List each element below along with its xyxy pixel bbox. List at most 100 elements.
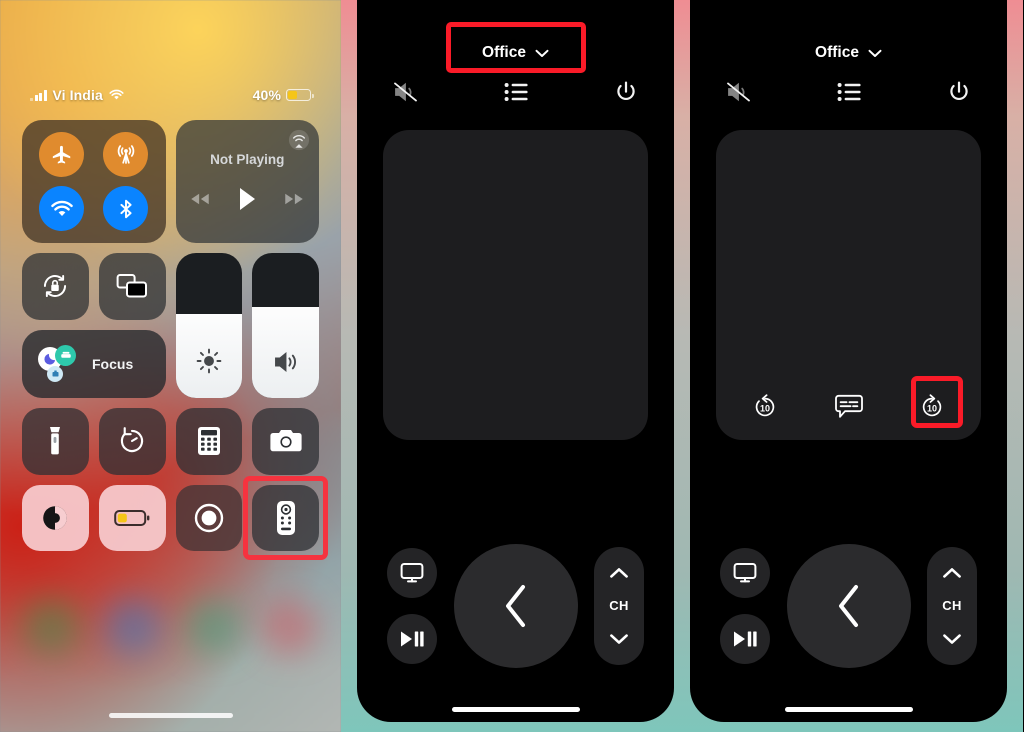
back-chevron-icon <box>832 582 866 630</box>
now-playing-controls <box>189 187 305 211</box>
touchpad-area[interactable] <box>383 130 648 440</box>
dark-mode-tile[interactable] <box>22 484 89 552</box>
tv-display-icon <box>400 562 424 584</box>
screenshot-root: Vi India 40% Not Playing Focus Office CH… <box>0 0 1024 732</box>
status-bar: Vi India 40% <box>22 84 319 106</box>
back-button[interactable] <box>453 544 578 668</box>
brightness-icon <box>196 348 222 374</box>
svg-text:10: 10 <box>760 403 770 413</box>
back-chevron-icon <box>499 582 533 630</box>
now-playing-tile[interactable]: Not Playing <box>175 120 319 243</box>
remote-header-right: Office <box>690 0 1007 62</box>
captions-icon[interactable] <box>834 394 864 420</box>
status-bar-right: 40% <box>252 87 314 103</box>
remote-header-middle: Office <box>357 0 674 73</box>
channel-label: CH <box>942 598 962 614</box>
now-playing-title: Not Playing <box>210 152 285 167</box>
camera-tile[interactable] <box>252 407 319 475</box>
home-indicator <box>108 713 233 718</box>
left-button-column <box>387 548 437 664</box>
battery-percent-label: 40% <box>252 87 281 103</box>
tv-remote-icon <box>276 500 296 536</box>
brightness-slider[interactable] <box>175 253 243 398</box>
play-pause-button[interactable] <box>387 614 437 664</box>
bluetooth-button[interactable] <box>103 186 149 231</box>
apple-tv-remote-tile-wrapper <box>243 475 328 561</box>
tv-display-icon <box>733 562 757 584</box>
work-focus-icon <box>47 365 63 382</box>
remote-bottom-controls-middle: CH <box>357 544 674 668</box>
control-center-panel: Vi India 40% Not Playing Focus <box>0 0 341 732</box>
power-icon[interactable] <box>614 80 638 104</box>
status-bar-left: Vi India <box>30 87 124 103</box>
chevron-down-icon[interactable] <box>942 633 962 645</box>
play-pause-icon <box>732 630 758 648</box>
mute-icon[interactable] <box>393 81 419 103</box>
rewind-icon[interactable] <box>189 192 211 206</box>
channel-label: CH <box>609 598 629 614</box>
low-power-mode-tile[interactable] <box>98 484 166 552</box>
carrier-label: Vi India <box>52 87 103 103</box>
back-button[interactable] <box>786 544 911 668</box>
airplane-mode-button[interactable] <box>39 132 85 177</box>
dark-mode-icon <box>40 503 70 533</box>
connectivity-tile[interactable] <box>22 120 166 243</box>
play-pause-icon <box>399 630 425 648</box>
remote-right-panel: Office 10 10 CH <box>682 0 1023 732</box>
remote-bottom-controls-right: CH <box>690 544 1007 668</box>
touchpad-area[interactable]: 10 10 <box>716 130 981 440</box>
chevron-up-icon[interactable] <box>942 567 962 579</box>
play-icon[interactable] <box>237 187 257 211</box>
cellular-bars-icon <box>30 89 47 101</box>
play-pause-button[interactable] <box>720 614 770 664</box>
low-power-battery-icon <box>114 508 150 528</box>
sleep-focus-icon <box>55 344 76 366</box>
flashlight-tile[interactable] <box>22 407 89 475</box>
wifi-button[interactable] <box>39 186 85 231</box>
timer-icon <box>117 426 147 456</box>
remote-screen-right: Office 10 10 CH <box>690 0 1007 722</box>
channel-control[interactable]: CH <box>927 547 977 665</box>
list-menu-icon[interactable] <box>837 82 863 102</box>
wifi-icon <box>109 89 124 101</box>
rotation-lock-tile[interactable] <box>22 253 89 320</box>
calculator-icon <box>197 426 221 456</box>
battery-icon <box>286 89 314 101</box>
list-menu-icon[interactable] <box>504 82 530 102</box>
screen-mirroring-tile[interactable] <box>98 253 166 320</box>
screen-record-tile[interactable] <box>175 484 243 552</box>
volume-slider[interactable] <box>252 253 319 398</box>
screen-record-icon <box>193 502 225 534</box>
focus-tile[interactable]: Focus <box>22 329 166 398</box>
calculator-tile[interactable] <box>175 407 243 475</box>
focus-label: Focus <box>92 355 134 372</box>
device-name-selector[interactable]: Office <box>815 44 882 62</box>
chevron-down-icon <box>868 49 882 58</box>
skip-back-10-button[interactable]: 10 <box>750 392 780 422</box>
timer-tile[interactable] <box>98 407 166 475</box>
tv-app-button[interactable] <box>720 548 770 598</box>
apple-tv-remote-tile[interactable] <box>252 484 319 552</box>
focus-mode-icons <box>38 344 80 383</box>
chevron-down-icon[interactable] <box>609 633 629 645</box>
left-button-column <box>720 548 770 664</box>
home-indicator <box>784 707 913 712</box>
channel-control[interactable]: CH <box>594 547 644 665</box>
fast-forward-icon[interactable] <box>283 192 305 206</box>
cellular-data-button[interactable] <box>103 132 149 177</box>
airplay-audio-icon[interactable] <box>288 129 310 151</box>
remote-icon-row-right <box>690 62 1007 104</box>
remote-middle-panel: Office CH <box>341 0 682 732</box>
device-name-label: Office <box>815 44 859 61</box>
flashlight-icon <box>46 426 64 456</box>
volume-icon <box>272 350 300 374</box>
home-indicator <box>451 707 580 712</box>
screen-mirroring-icon <box>116 273 148 299</box>
power-icon[interactable] <box>947 80 971 104</box>
control-center-grid: Not Playing Focus <box>22 120 328 561</box>
mute-icon[interactable] <box>726 81 752 103</box>
remote-screen-middle: Office CH <box>357 0 674 722</box>
chevron-up-icon[interactable] <box>609 567 629 579</box>
tv-app-button[interactable] <box>387 548 437 598</box>
camera-icon <box>270 428 302 454</box>
